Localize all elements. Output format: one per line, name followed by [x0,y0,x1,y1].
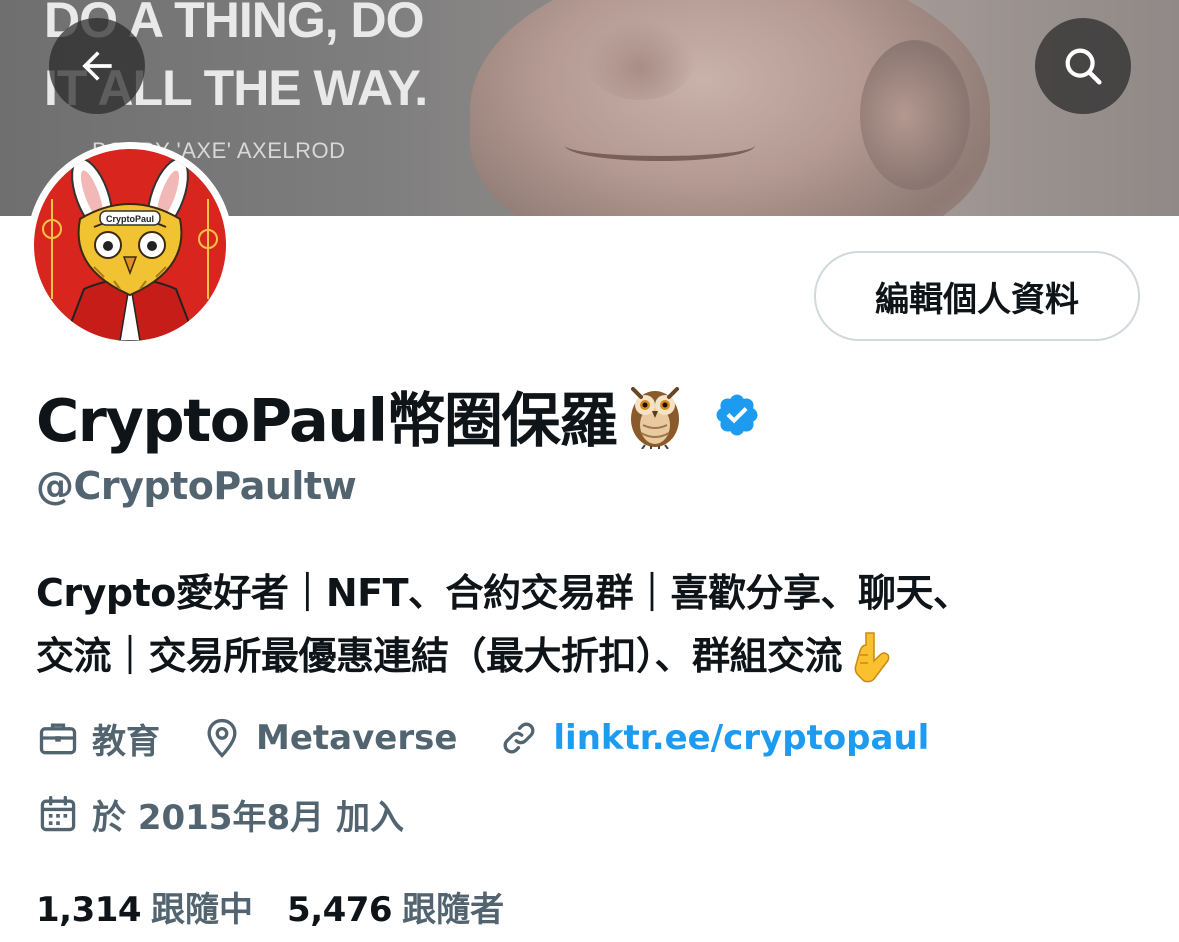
joined-item: 於 2015年8月 加入 [36,790,404,839]
followers-link[interactable]: 5,476 跟隨者 [287,882,504,931]
search-icon [1065,48,1102,85]
bio-text-line-1: Crypto愛好者｜NFT、合約交易群｜喜歡分享、聊天、 [36,571,971,615]
website-link[interactable]: linktr.ee/cryptopaul [497,716,929,760]
bio-text-line-2: 交流｜交易所最優惠連結（最大折扣）、群組交流 [36,634,843,678]
banner-mouth-shape [565,130,755,161]
location-pin-icon [200,716,244,760]
category-item: 教育 [36,714,160,763]
joined-date-text: 於 2015年8月 加入 [92,797,404,838]
location-text: Metaverse [256,718,458,758]
profile-meta-row: 教育 Metaverse linktr.ee/cryptopaul [36,712,929,764]
link-icon [497,716,541,760]
back-button[interactable] [49,18,145,114]
follow-stats: 1,314 跟隨中 5,476 跟隨者 [36,880,504,932]
bio-line: 交流｜交易所最優惠連結（最大折扣）、群組交流 [36,625,1146,688]
search-button[interactable] [1035,18,1131,114]
user-handle: @CryptoPaultw [36,464,357,508]
arrow-left-icon [82,51,112,81]
website-link-text[interactable]: linktr.ee/cryptopaul [553,718,929,758]
calendar-icon [36,792,80,836]
pointing-down-emoji-icon [852,631,894,683]
briefcase-icon [36,716,80,760]
verified-badge-icon[interactable] [713,391,761,439]
following-link[interactable]: 1,314 跟隨中 [36,882,253,931]
owl-emoji-icon [627,381,683,449]
svg-text:CryptoPaul: CryptoPaul [106,214,154,224]
owl-avatar-illustration: CryptoPaul [34,149,226,341]
avatar[interactable]: CryptoPaul [27,142,233,348]
banner-ear-shape [860,40,970,190]
display-name: CryptoPaul幣圈保羅 [36,385,618,455]
avatar-image: CryptoPaul [34,149,226,341]
location-item: Metaverse [200,716,457,760]
edit-profile-button[interactable]: 編輯個人資料 [814,251,1140,341]
category-text: 教育 [92,721,160,762]
followers-count: 5,476 [287,889,393,930]
following-label: 跟隨中 [151,889,254,930]
profile-bio: Crypto愛好者｜NFT、合約交易群｜喜歡分享、聊天、 交流｜交易所最優惠連結… [36,562,1146,688]
following-count: 1,314 [36,889,142,930]
joined-row: 於 2015年8月 加入 [36,788,404,840]
bio-line: Crypto愛好者｜NFT、合約交易群｜喜歡分享、聊天、 [36,562,1146,625]
profile-name-row: CryptoPaul幣圈保羅 [36,372,761,458]
banner-nose-shape [585,20,695,100]
followers-label: 跟隨者 [402,889,505,930]
